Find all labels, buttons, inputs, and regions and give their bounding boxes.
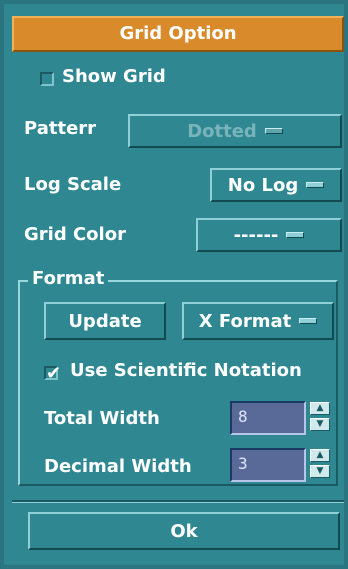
log-scale-value: No Log xyxy=(227,174,299,196)
check-mark-icon: ✔ xyxy=(46,363,62,384)
show-grid-label: Show Grid xyxy=(62,66,166,87)
format-group-title: Format xyxy=(28,268,109,289)
total-width-input[interactable]: 8 xyxy=(230,401,306,435)
pattern-label: Patterr xyxy=(24,118,97,139)
ok-button-label: Ok xyxy=(170,520,198,542)
total-width-decrement-icon[interactable]: ▼ xyxy=(310,418,330,431)
option-menu-indicator-icon xyxy=(264,128,283,134)
update-button[interactable]: Update xyxy=(44,302,166,340)
total-width-increment-icon[interactable]: ▲ xyxy=(310,402,330,415)
option-menu-indicator-icon xyxy=(299,318,318,324)
scientific-notation-checkbox[interactable]: ✔ xyxy=(44,365,61,383)
dialog-title: Grid Option xyxy=(119,23,237,44)
log-scale-option-menu[interactable]: No Log xyxy=(210,168,342,202)
option-menu-indicator-icon xyxy=(306,182,325,188)
option-menu-indicator-icon xyxy=(286,232,305,238)
grid-color-label: Grid Color xyxy=(24,224,126,245)
pattern-option-menu[interactable]: Dotted xyxy=(128,114,342,148)
grid-color-option-menu[interactable]: ------ xyxy=(196,218,342,252)
axis-format-option-menu[interactable]: X Format xyxy=(182,302,334,340)
decimal-width-increment-icon[interactable]: ▲ xyxy=(310,449,330,462)
axis-format-value: X Format xyxy=(198,310,292,332)
log-scale-label: Log Scale xyxy=(24,174,122,195)
pattern-value: Dotted xyxy=(187,120,257,142)
decimal-width-input[interactable]: 3 xyxy=(230,448,306,482)
dialog-title-bar[interactable]: Grid Option xyxy=(12,16,344,52)
ok-button[interactable]: Ok xyxy=(28,512,340,550)
grid-color-value: ------ xyxy=(233,224,279,246)
show-grid-checkbox[interactable] xyxy=(40,72,54,86)
scientific-notation-label: Use Scientific Notation xyxy=(70,360,302,381)
decimal-width-decrement-icon[interactable]: ▼ xyxy=(310,465,330,478)
dialog-separator xyxy=(12,500,344,503)
update-button-label: Update xyxy=(68,310,142,332)
decimal-width-label: Decimal Width xyxy=(44,456,192,477)
grid-option-dialog: Grid Option Show Grid Patterr Dotted Log… xyxy=(0,0,348,569)
total-width-label: Total Width xyxy=(44,408,160,429)
